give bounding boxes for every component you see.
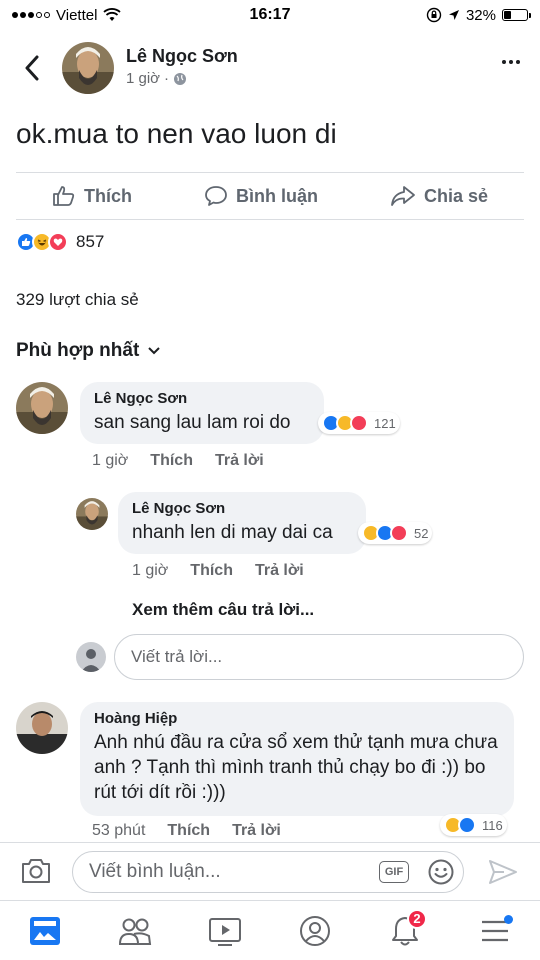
reply-author[interactable]: Lê Ngọc Sơn xyxy=(132,500,352,517)
love-reaction-icon xyxy=(48,232,68,252)
comment-time: 53 phút xyxy=(92,822,146,839)
news-feed-icon xyxy=(30,916,60,945)
post-time[interactable]: 1 giờ xyxy=(126,70,160,87)
comment-reactions[interactable]: 121 xyxy=(318,412,400,434)
comment-label: Bình luận xyxy=(235,185,318,206)
post-reactions[interactable]: 857 xyxy=(16,232,104,252)
menu-indicator-dot xyxy=(504,914,513,924)
reply-placeholder: Viết trả lời... xyxy=(131,647,223,666)
comment-avatar[interactable] xyxy=(16,702,68,754)
author-name[interactable]: Lê Ngọc Sơn xyxy=(126,46,238,67)
share-label: Chia sẻ xyxy=(423,185,488,206)
tab-news-feed[interactable] xyxy=(21,907,69,955)
post-text: ok.mua to nen vao luon di xyxy=(16,118,337,149)
status-left: Viettel xyxy=(12,6,122,24)
comment-like-button[interactable]: Thích xyxy=(167,822,210,840)
camera-icon xyxy=(22,859,50,883)
reply-time: 1 giờ xyxy=(132,562,169,579)
comment-input[interactable]: Viết bình luận... GIF xyxy=(72,851,464,893)
comment-text: san sang lau lam roi do xyxy=(94,412,291,433)
wifi-icon xyxy=(103,8,122,21)
emoji-icon xyxy=(428,859,454,885)
chevron-left-icon xyxy=(25,55,39,81)
globe-icon xyxy=(174,72,187,85)
shares-count[interactable]: 329 lượt chia sẻ xyxy=(16,290,139,310)
thumbs-up-icon xyxy=(53,186,75,206)
comment-reply-button[interactable]: Trả lời xyxy=(215,452,264,470)
bottom-tab-bar: 2 xyxy=(0,900,540,960)
back-button[interactable] xyxy=(18,52,46,84)
current-user-avatar xyxy=(76,642,106,672)
post-meta: 1 giờ · xyxy=(126,70,187,87)
watch-icon xyxy=(209,917,241,946)
rotation-lock-icon xyxy=(426,7,442,23)
location-icon xyxy=(448,10,459,20)
chevron-down-icon xyxy=(148,347,160,355)
comment-reply-button[interactable]: Trả lời xyxy=(232,822,281,840)
notification-badge: 2 xyxy=(407,908,427,929)
comment-avatar[interactable] xyxy=(16,382,68,434)
comment-reaction-count: 121 xyxy=(374,415,396,431)
comment-placeholder: Viết bình luận... xyxy=(89,861,221,882)
comment-composer: Viết bình luận... GIF xyxy=(0,842,540,900)
camera-button[interactable] xyxy=(20,857,52,890)
reply-like-button[interactable]: Thích xyxy=(190,562,233,580)
status-bar: Viettel 16:17 32% xyxy=(0,0,540,30)
tab-friends[interactable] xyxy=(111,907,159,955)
status-right: 32% xyxy=(426,6,531,24)
like-reaction-icon xyxy=(458,816,476,834)
reply-input[interactable]: Viết trả lời... xyxy=(114,634,524,680)
comment-text: Anh nhú đầu ra cửa sổ xem thử tạnh mưa c… xyxy=(94,732,498,803)
reply-reply-button[interactable]: Trả lời xyxy=(255,562,304,580)
post-action-bar: Thích Bình luận Chia sẻ xyxy=(16,172,524,220)
love-reaction-icon xyxy=(350,414,368,432)
comment-meta: 1 giờ Thích Trả lời xyxy=(92,452,264,470)
like-label: Thích xyxy=(83,185,132,206)
reply-meta: 1 giờ Thích Trả lời xyxy=(132,562,304,580)
share-button[interactable]: Chia sẻ xyxy=(390,184,488,208)
tab-menu[interactable] xyxy=(471,907,519,955)
comment-author[interactable]: Hoàng Hiệp xyxy=(94,710,500,727)
comment-reaction-count: 116 xyxy=(482,817,503,833)
comment-author[interactable]: Lê Ngọc Sơn xyxy=(94,390,310,407)
reaction-icons xyxy=(16,232,68,252)
comment-reactions[interactable]: 116 xyxy=(440,814,507,836)
tab-notifications[interactable]: 2 xyxy=(381,907,429,955)
signal-icon xyxy=(12,12,50,18)
battery-percent: 32% xyxy=(465,6,496,24)
tab-watch[interactable] xyxy=(201,907,249,955)
comment-button[interactable]: Bình luận xyxy=(204,184,318,208)
share-icon xyxy=(391,186,415,206)
sort-label: Phù hợp nhất xyxy=(16,340,140,361)
friends-icon xyxy=(118,918,152,945)
comment-sort-selector[interactable]: Phù hợp nhất xyxy=(16,340,161,362)
comment-time: 1 giờ xyxy=(92,452,129,469)
love-reaction-icon xyxy=(390,524,408,542)
status-time: 16:17 xyxy=(249,6,291,23)
comment-like-button[interactable]: Thích xyxy=(150,452,193,470)
reply-bubble: Lê Ngọc Sơn nhanh len di may dai ca xyxy=(118,492,366,554)
author-avatar[interactable] xyxy=(62,42,114,94)
comment-bubble: Lê Ngọc Sơn san sang lau lam roi do xyxy=(80,382,324,444)
comment-meta: 53 phút Thích Trả lời xyxy=(92,822,281,840)
emoji-button[interactable] xyxy=(427,858,455,892)
reply-reactions[interactable]: 52 xyxy=(358,522,433,544)
send-icon xyxy=(489,860,517,884)
comment-icon xyxy=(205,186,227,206)
post-header: Lê Ngọc Sơn 1 giờ · xyxy=(0,36,540,100)
reply-text: nhanh len di may dai ca xyxy=(132,522,333,543)
reply-avatar[interactable] xyxy=(76,498,108,530)
reactions-count: 857 xyxy=(76,232,105,251)
tab-profile[interactable] xyxy=(291,907,339,955)
send-button[interactable] xyxy=(488,859,518,890)
carrier-name: Viettel xyxy=(56,6,98,24)
comment-bubble: Hoàng Hiệp Anh nhú đầu ra cửa sổ xem thử… xyxy=(80,702,514,816)
more-options-icon[interactable] xyxy=(502,60,520,64)
gif-button[interactable]: GIF xyxy=(379,861,409,883)
reply-reaction-count: 52 xyxy=(414,525,429,541)
see-more-replies[interactable]: Xem thêm câu trả lời... xyxy=(132,600,314,620)
like-button[interactable]: Thích xyxy=(52,184,132,208)
profile-icon xyxy=(300,915,330,946)
battery-icon xyxy=(502,9,531,21)
